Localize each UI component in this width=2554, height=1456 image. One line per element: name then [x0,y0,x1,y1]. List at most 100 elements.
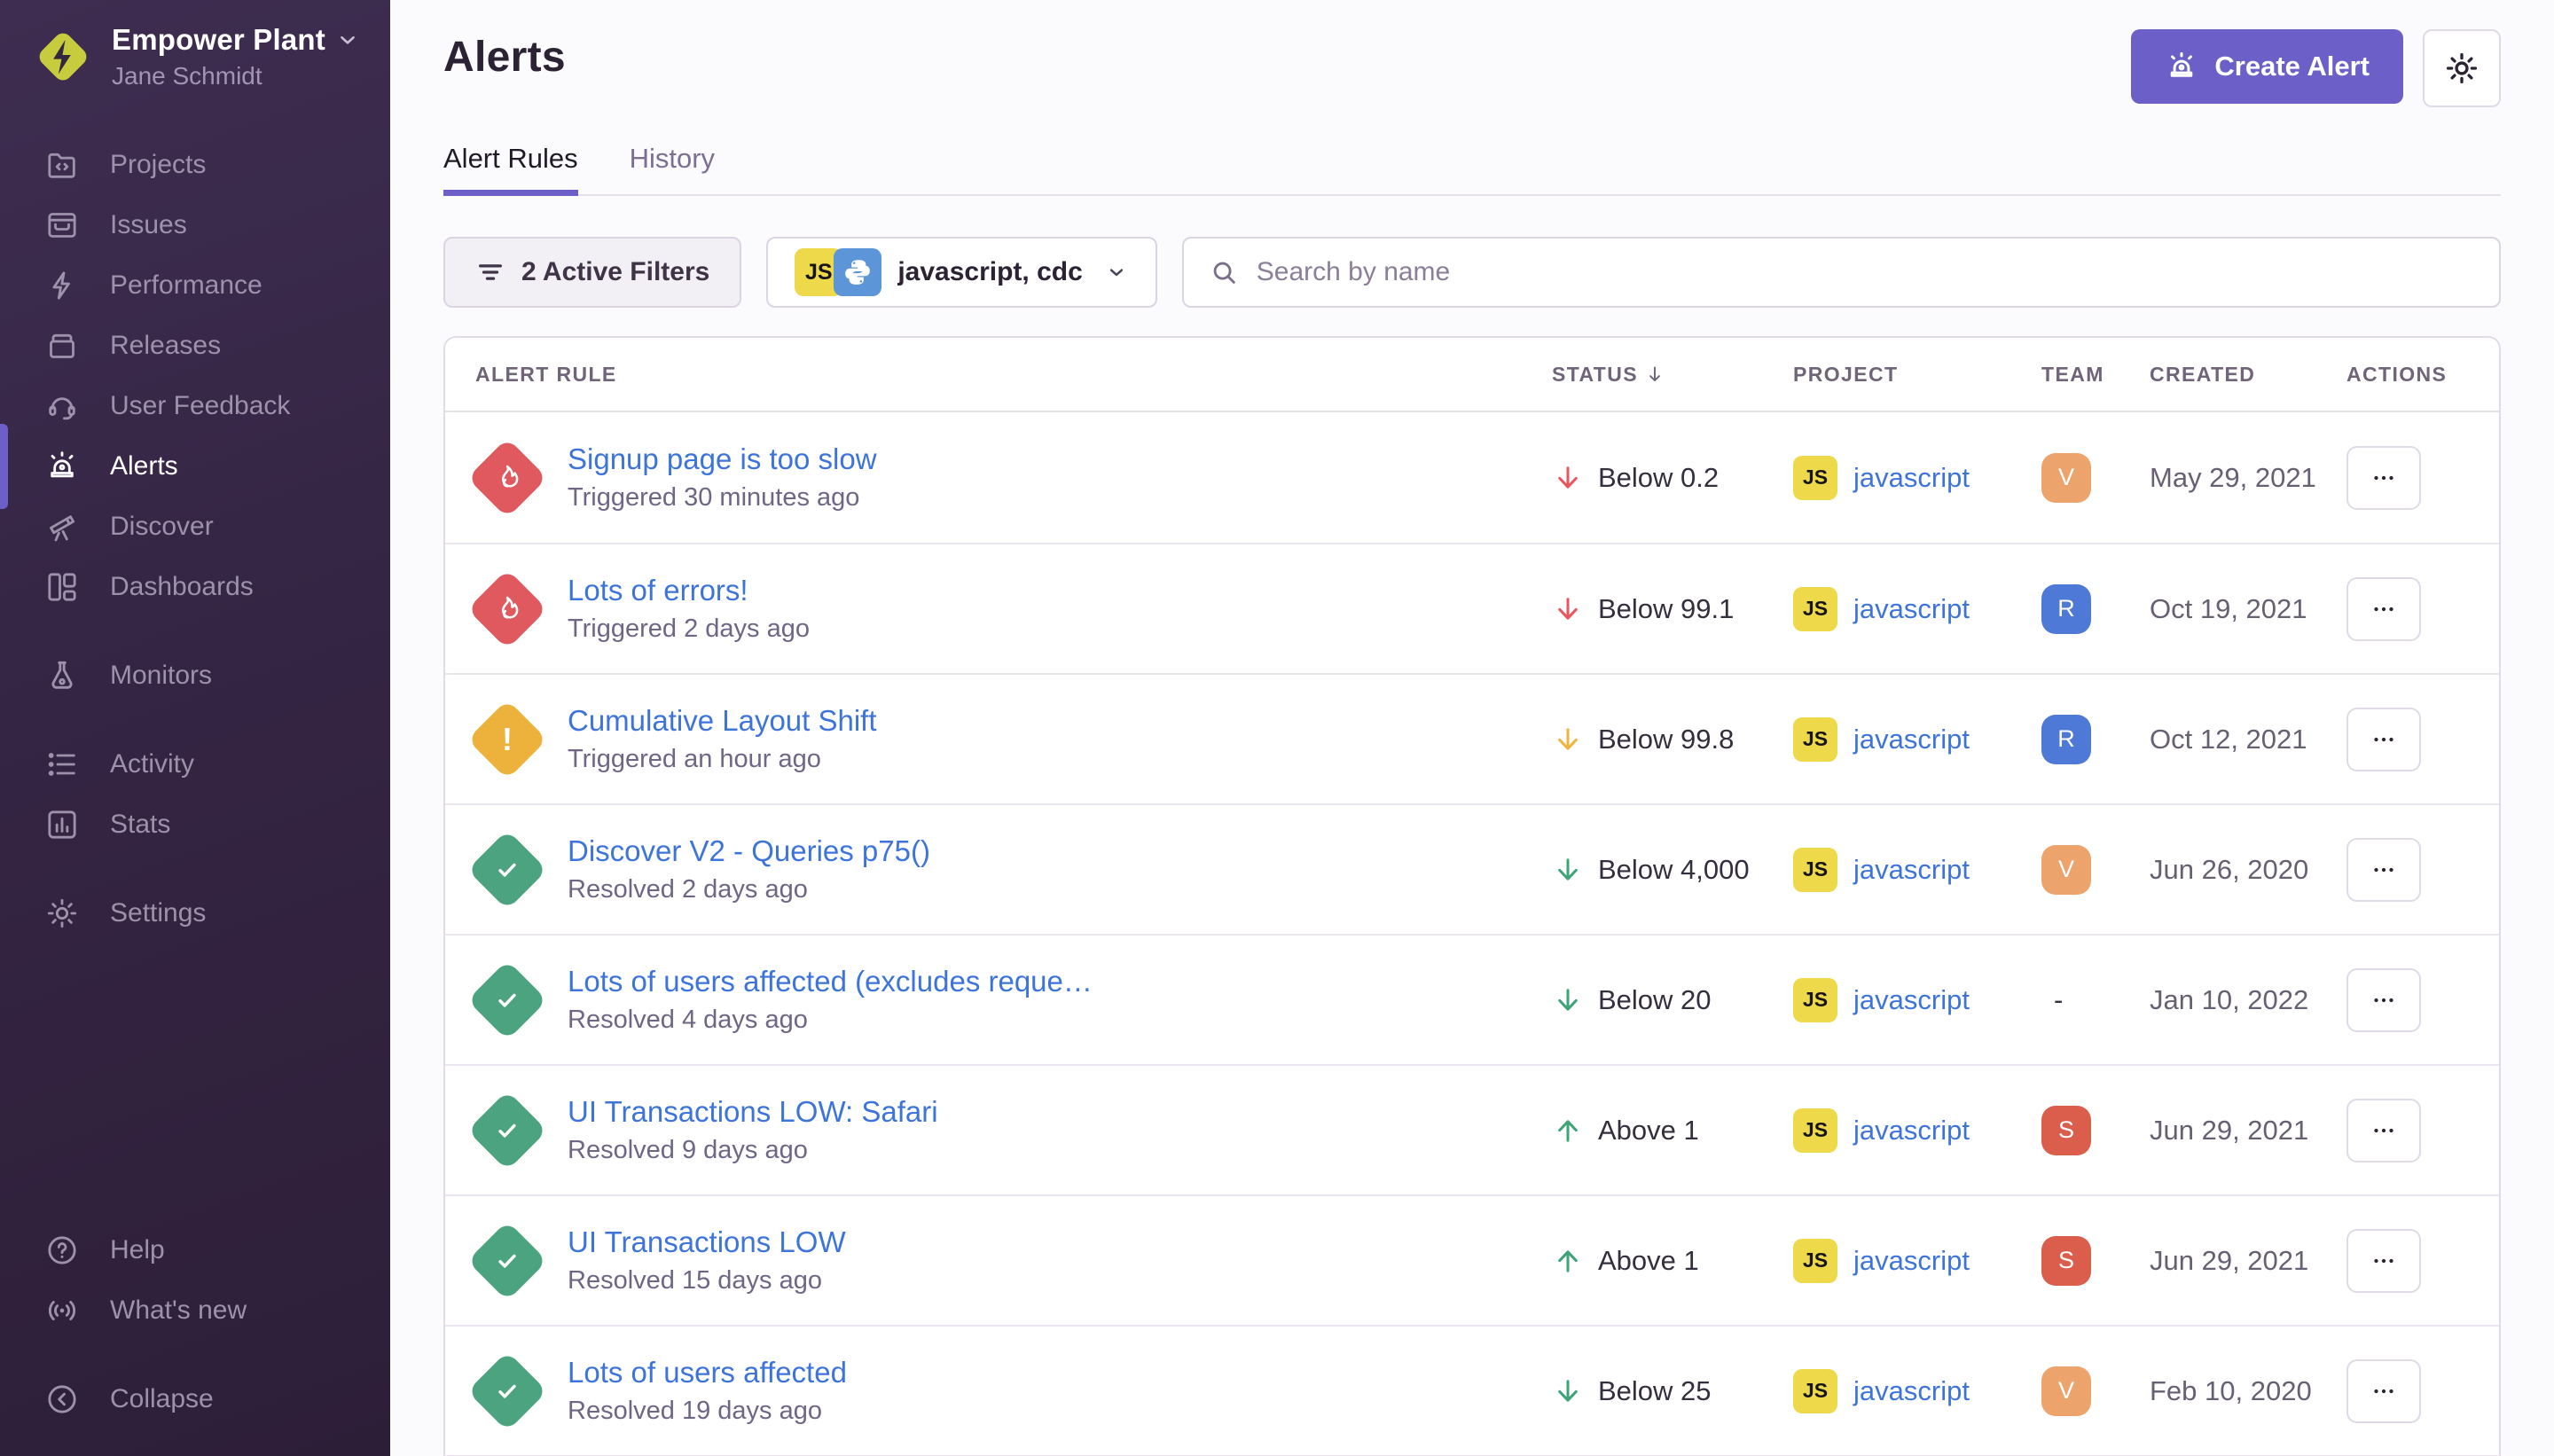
alert-rules-table-body: ! Signup page is too slow Triggered 30 m… [445,412,2499,1455]
search-icon [1209,257,1239,287]
chevron-down-icon [1104,260,1129,285]
alert-rule-title-link[interactable]: Discover V2 - Queries p75() [568,834,930,868]
row-actions-button[interactable] [2346,1229,2421,1293]
alert-rule-title-link[interactable]: Lots of errors! [568,574,810,607]
broadcast-icon [44,1293,80,1328]
trend-arrow-icon [1552,593,1584,625]
row-actions-button[interactable] [2346,838,2421,902]
projects-icon [44,147,80,183]
active-filters-button[interactable]: 2 Active Filters [443,237,741,308]
tab-history[interactable]: History [630,143,715,194]
table-header-row: Alert Rule Status Project Team Created A… [445,338,2499,412]
alert-rule-title-link[interactable]: UI Transactions LOW: Safari [568,1095,938,1129]
discover-telescope-icon [44,509,80,544]
sidebar-item-settings[interactable]: Settings [0,883,390,943]
row-actions-button[interactable] [2346,1359,2421,1423]
sidebar: Empower Plant Jane Schmidt Projects Issu… [0,0,390,1456]
sidebar-item-issues[interactable]: Issues [0,195,390,255]
create-alert-button[interactable]: Create Alert [2131,29,2403,104]
sidebar-item-activity[interactable]: Activity [0,734,390,795]
column-header-status[interactable]: Status [1552,363,1793,387]
column-header-project[interactable]: Project [1793,363,2041,387]
team-avatar: S [2041,1106,2091,1155]
alert-rule-subtitle: Resolved 9 days ago [568,1136,938,1165]
alert-rule-title-link[interactable]: Cumulative Layout Shift [568,704,877,738]
alert-rule-title-link[interactable]: UI Transactions LOW [568,1225,846,1259]
table-row: ! Signup page is too slow Triggered 30 m… [445,412,2499,543]
column-header-alert-rule[interactable]: Alert Rule [475,363,1552,387]
row-actions-button[interactable] [2346,968,2421,1032]
sort-desc-icon [1643,363,1666,386]
python-platform-icon [834,248,881,296]
trend-arrow-icon [1552,854,1584,886]
search-input[interactable] [1257,257,2474,287]
sidebar-item-monitors[interactable]: Monitors [0,646,390,706]
org-switcher[interactable]: Empower Plant Jane Schmidt [0,23,390,90]
chevron-down-icon [336,28,359,51]
table-row: ! Lots of errors! Triggered 2 days ago B… [445,543,2499,673]
row-actions-button[interactable] [2346,708,2421,771]
collapse-chevron-icon [44,1382,80,1417]
siren-icon [2165,50,2198,83]
column-header-team[interactable]: Team [2041,363,2150,387]
sidebar-item-whats-new[interactable]: What's new [0,1280,390,1341]
javascript-platform-icon: JS [1793,1369,1837,1413]
sidebar-collapse-button[interactable]: Collapse [0,1369,390,1429]
alert-rules-table: Alert Rule Status Project Team Created A… [443,336,2501,1456]
row-actions-button[interactable] [2346,577,2421,641]
sidebar-item-stats[interactable]: Stats [0,795,390,855]
row-actions-button[interactable] [2346,1099,2421,1162]
status-threshold: Above 1 [1598,1115,1699,1147]
column-header-actions: Actions [2346,363,2469,387]
table-row: ! Cumulative Layout Shift Triggered an h… [445,673,2499,803]
sidebar-item-discover[interactable]: Discover [0,497,390,557]
severity-icon: ! [467,1090,548,1170]
check-icon [490,1374,524,1408]
column-header-created[interactable]: Created [2150,363,2346,387]
severity-icon: ! [467,699,548,779]
project-link[interactable]: javascript [1853,854,1970,886]
sidebar-item-projects[interactable]: Projects [0,135,390,195]
sidebar-item-alerts[interactable]: Alerts [0,436,390,497]
project-link[interactable]: javascript [1853,462,1970,494]
javascript-platform-icon: JS [1793,1108,1837,1153]
status-threshold: Above 1 [1598,1245,1699,1277]
alert-rule-title-link[interactable]: Lots of users affected [568,1356,847,1389]
no-team-dash: - [2041,984,2063,1015]
project-link[interactable]: javascript [1853,1115,1970,1147]
help-icon [44,1233,80,1268]
trend-arrow-icon [1552,1245,1584,1277]
trend-arrow-icon [1552,1375,1584,1407]
project-link[interactable]: javascript [1853,593,1970,625]
check-icon [490,983,524,1017]
project-link[interactable]: javascript [1853,1245,1970,1277]
sidebar-item-user-feedback[interactable]: User Feedback [0,376,390,436]
sentry-org-logo-icon [34,27,92,86]
sidebar-item-performance[interactable]: Performance [0,255,390,316]
severity-icon: ! [467,1350,548,1431]
sidebar-item-dashboards[interactable]: Dashboards [0,557,390,617]
alert-rule-title-link[interactable]: Lots of users affected (excludes reque… [568,965,1093,998]
team-avatar: V [2041,845,2091,895]
project-link[interactable]: javascript [1853,724,1970,755]
project-link[interactable]: javascript [1853,1375,1970,1407]
tab-alert-rules[interactable]: Alert Rules [443,143,578,194]
alert-settings-button[interactable] [2423,29,2501,107]
javascript-platform-icon: JS [1793,848,1837,892]
alert-rule-subtitle: Resolved 4 days ago [568,1006,1093,1035]
flame-icon [490,592,524,626]
alert-rule-title-link[interactable]: Signup page is too slow [568,442,877,476]
ellipsis-icon [2369,855,2399,885]
releases-icon [44,328,80,364]
ellipsis-icon [2369,1246,2399,1276]
ellipsis-icon [2369,594,2399,624]
project-selector-dropdown[interactable]: JS javascript, cdc [766,237,1156,308]
project-link[interactable]: javascript [1853,984,1970,1016]
exclamation-icon: ! [502,721,513,758]
row-actions-button[interactable] [2346,446,2421,510]
ellipsis-icon [2369,1376,2399,1406]
ellipsis-icon [2369,985,2399,1015]
sidebar-item-releases[interactable]: Releases [0,316,390,376]
activity-list-icon [44,747,80,782]
sidebar-item-help[interactable]: Help [0,1220,390,1280]
